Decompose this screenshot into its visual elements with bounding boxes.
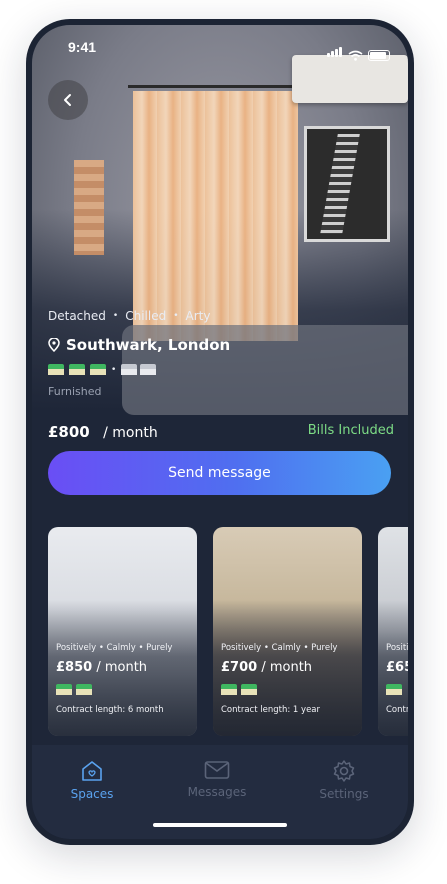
bills-included-label: Bills Included [307,423,394,438]
bottom-tab-bar: Spaces Messages Settings [32,745,408,839]
card-price: £65 [386,660,408,675]
listing-card[interactable]: Positively • Calmly • Purely £700 / mont… [213,527,362,736]
price-amount: £800 [48,423,90,441]
phone-frame: 9:41 Detached • Chilled • Arty Southwark… [26,19,414,845]
furnished-label: Furnished [48,385,102,398]
bed-icon [76,684,92,695]
tab-settings[interactable]: Settings [299,759,389,801]
card-amenities [221,684,257,695]
bed-icon [69,364,85,375]
tab-spaces[interactable]: Spaces [47,759,137,801]
back-button[interactable] [48,80,88,120]
status-icons [327,42,390,61]
send-message-button[interactable]: Send message [48,451,391,495]
card-tags: Positively • Calmly • Purely [56,643,173,653]
card-tags: Positively • Calmly • Purely [386,643,408,653]
tag-separator: • [173,311,179,321]
bed-icon [221,684,237,695]
chevron-left-icon [64,94,71,106]
listing-tags: Detached • Chilled • Arty [48,309,210,323]
photo-curtain-rod [128,85,308,88]
tab-label: Messages [187,785,247,799]
home-icon [82,761,102,781]
mail-icon [204,761,230,779]
tag-separator: • [112,311,119,321]
status-time: 9:41 [68,39,97,55]
tag: Arty [185,309,211,323]
listing-card[interactable]: Positively • Calmly • Purely £65 Contr [378,527,408,736]
gear-icon [333,760,355,782]
card-tags: Positively • Calmly • Purely [221,643,338,653]
screen: 9:41 Detached • Chilled • Arty Southwark… [32,25,408,839]
card-price: £850 / month [56,660,148,675]
bathtub-icon [140,364,157,375]
photo-ac-unit [292,55,408,103]
card-amenities [386,684,402,695]
photo-curtain [133,91,298,341]
card-amenities [56,684,92,695]
bed-icon [56,684,72,695]
status-bar: 9:41 [32,39,408,61]
card-contract-length: Contract length: 1 year [221,705,320,715]
location-text: Southwark, London [66,336,231,354]
signal-icon [327,42,343,61]
tab-messages[interactable]: Messages [172,759,262,799]
tag: Chilled [125,309,167,323]
photo-towel [74,160,104,255]
room-amenities: • [48,364,157,375]
tag: Detached [48,309,106,323]
price-period: / month [103,425,158,441]
listing-location: Southwark, London [48,336,230,354]
bed-icon [386,684,402,695]
card-contract-length: Contract length: 6 month [56,705,164,715]
listing-hero-photo [32,25,408,485]
card-contract-length: Contr [386,705,408,715]
amenity-separator: • [111,364,117,375]
photo-wall-picture [304,126,390,242]
similar-listings-carousel[interactable]: Positively • Calmly • Purely £850 / mont… [48,527,408,737]
bed-icon [48,364,64,375]
bed-icon [241,684,257,695]
card-price: £700 / month [221,660,313,675]
tab-label: Settings [319,787,369,801]
battery-icon [368,50,390,61]
wifi-icon [348,50,363,61]
tab-label: Spaces [70,787,114,801]
home-indicator[interactable] [153,823,287,827]
bed-icon [90,364,106,375]
listing-price: £800 / month [48,423,158,441]
bathtub-icon [121,364,138,375]
location-pin-icon [48,338,60,352]
listing-card[interactable]: Positively • Calmly • Purely £850 / mont… [48,527,197,736]
